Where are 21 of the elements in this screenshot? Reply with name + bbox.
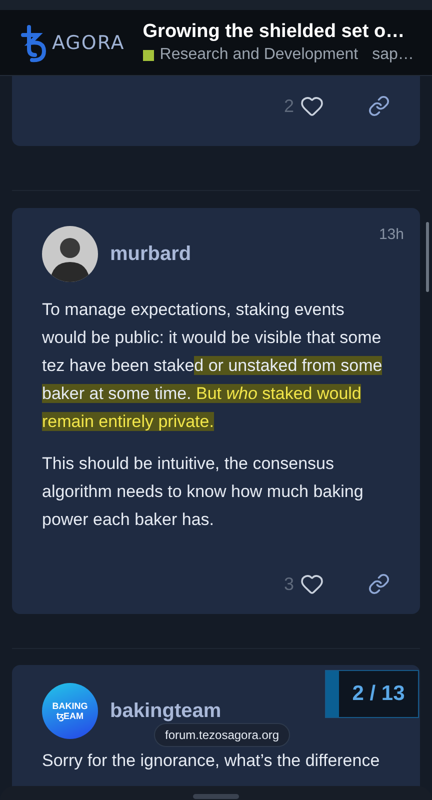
like-count: 3: [284, 574, 294, 594]
scrollbar[interactable]: [426, 222, 429, 292]
link-icon[interactable]: [368, 573, 390, 595]
author-name[interactable]: murbard: [110, 242, 192, 266]
heart-icon[interactable]: [300, 94, 324, 118]
heart-icon[interactable]: [300, 572, 324, 596]
post-time: 13h: [378, 226, 404, 243]
post-text: Sorry for the ignorance, what’s the difference: [42, 750, 381, 772]
url-pill: forum.tezosagora.org: [154, 723, 290, 747]
link-icon[interactable]: [368, 95, 390, 117]
like-count: 2: [284, 96, 294, 116]
post-text: To manage expectations, staking events would be public: it would be visible that some tez have been staked or unstaked from some baker at some time. But who staked would remain entirely private.: [42, 299, 384, 433]
topic-tag[interactable]: sap…: [372, 46, 414, 64]
category-name[interactable]: Research and Development: [160, 46, 358, 64]
avatar: BAKING ꜩEAM: [42, 683, 98, 739]
post-text: This should be intuitive, the consensus algorithm needs to know how much baking power each baker has.: [42, 453, 364, 531]
logo-text: AGORA: [52, 32, 125, 54]
author-name[interactable]: bakingteam: [110, 700, 222, 722]
progress-indicator[interactable]: 2 / 13: [325, 670, 419, 718]
sheet-handle[interactable]: [193, 794, 239, 799]
topic-title[interactable]: Growing the shielded set o…: [142, 21, 414, 43]
